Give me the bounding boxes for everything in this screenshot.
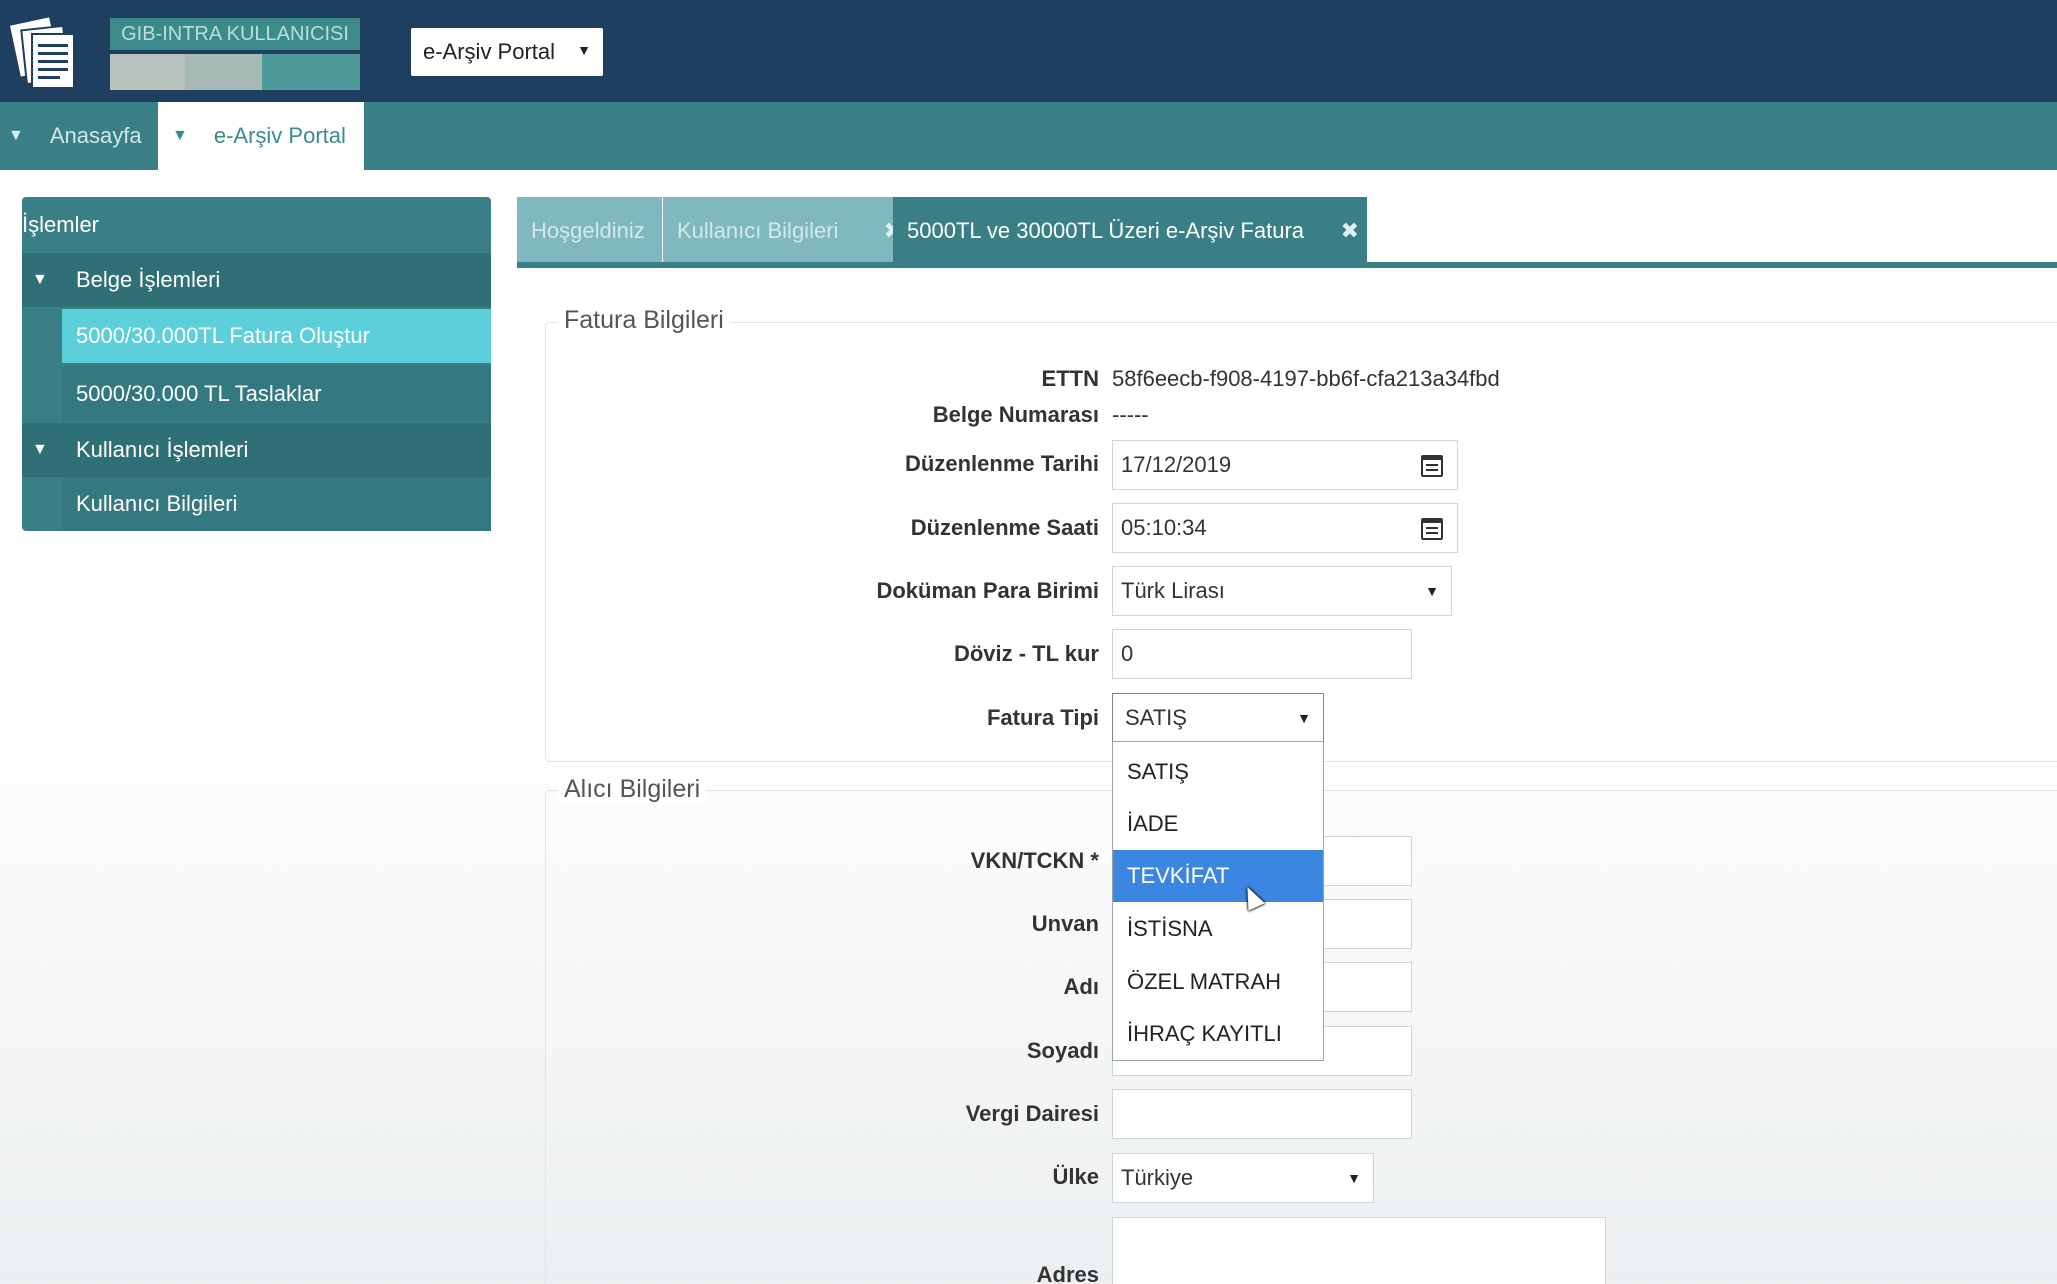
sidebar-group-label: Kullanıcı İşlemleri bbox=[76, 437, 249, 462]
calendar-icon[interactable] bbox=[1421, 455, 1443, 477]
portal-select-value: e-Arşiv Portal bbox=[423, 39, 556, 64]
ulke-label: Ülke bbox=[1052, 1164, 1099, 1189]
sidebar-item-label: Kullanıcı Bilgileri bbox=[76, 491, 238, 516]
para-birimi-label: Doküman Para Birimi bbox=[876, 578, 1099, 603]
tab-label: Kullanıcı Bilgileri bbox=[677, 218, 839, 243]
nav-home[interactable]: ▼ Anasayfa bbox=[8, 102, 142, 170]
nav-bar: ▼ Anasayfa ▼ e-Arşiv Portal bbox=[0, 102, 2057, 170]
duzenlenme-saati-value: 05:10:34 bbox=[1121, 515, 1207, 540]
option-istisna[interactable]: İSTİSNA bbox=[1113, 903, 1323, 955]
sidebar-title: İşlemler bbox=[22, 212, 100, 237]
sidebar-group-label: Belge İşlemleri bbox=[76, 267, 221, 292]
caret-down-icon: ▼ bbox=[172, 127, 188, 144]
tab-e-arsiv-fatura[interactable]: 5000TL ve 30000TL Üzeri e-Arşiv Fatura ✖ bbox=[893, 197, 1367, 265]
top-bar: GIB-INTRA KULLANICISI e-Arşiv Portal ▼ bbox=[0, 0, 2057, 102]
belge-numarasi-label: Belge Numarası bbox=[932, 402, 1099, 427]
soyadi-label: Soyadı bbox=[1026, 1038, 1099, 1063]
dropdown-arrow-icon: ▼ bbox=[1347, 1170, 1361, 1186]
gib-logo-icon bbox=[7, 14, 80, 92]
tab-label: 5000TL ve 30000TL Üzeri e-Arşiv Fatura bbox=[907, 218, 1304, 243]
duzenlenme-saati-label: Düzenlenme Saati bbox=[910, 515, 1099, 540]
dropdown-arrow-icon: ▼ bbox=[1425, 583, 1439, 599]
ulke-value: Türkiye bbox=[1121, 1165, 1194, 1190]
ulke-select[interactable]: Türkiye ▼ bbox=[1112, 1153, 1374, 1203]
fatura-tipi-select[interactable]: SATIŞ ▼ bbox=[1112, 693, 1324, 743]
sidebar-item-taslaklar[interactable]: 5000/30.000 TL Taslaklar bbox=[62, 367, 491, 421]
para-birimi-select[interactable]: Türk Lirası ▼ bbox=[1112, 566, 1452, 616]
unvan-label: Unvan bbox=[1031, 911, 1099, 936]
caret-down-icon: ▼ bbox=[32, 441, 48, 458]
duzenlenme-tarihi-input[interactable]: 17/12/2019 bbox=[1112, 440, 1458, 490]
doviz-kur-value: 0 bbox=[1121, 641, 1134, 666]
nav-portal[interactable]: ▼ e-Arşiv Portal bbox=[158, 102, 364, 170]
duzenlenme-saati-input[interactable]: 05:10:34 bbox=[1112, 503, 1458, 553]
tab-underline bbox=[517, 262, 2057, 268]
option-ihrac-kayitli[interactable]: İHRAÇ KAYITLI bbox=[1113, 1008, 1323, 1060]
sidebar: İşlemler ▼ Belge İşlemleri 5000/30.000TL… bbox=[22, 197, 491, 531]
user-role-label: GIB-INTRA KULLANICISI bbox=[110, 18, 360, 50]
vergi-dairesi-label: Vergi Dairesi bbox=[965, 1101, 1099, 1126]
sidebar-item-fatura-olustur[interactable]: 5000/30.000TL Fatura Oluştur bbox=[62, 309, 491, 363]
ettn-label: ETTN bbox=[1041, 366, 1099, 391]
nav-portal-label: e-Arşiv Portal bbox=[213, 123, 346, 148]
close-icon[interactable]: ✖ bbox=[1341, 218, 1359, 244]
nav-home-label: Anasayfa bbox=[49, 123, 142, 148]
sidebar-item-label: 5000/30.000 TL Taslaklar bbox=[76, 381, 322, 406]
adi-label: Adı bbox=[1063, 974, 1099, 999]
doviz-kur-label: Döviz - TL kur bbox=[953, 641, 1099, 666]
tab-label: Hoşgeldiniz bbox=[531, 218, 645, 243]
sidebar-item-kullanici-bilgileri[interactable]: Kullanıcı Bilgileri bbox=[62, 477, 491, 531]
duzenlenme-tarihi-value: 17/12/2019 bbox=[1121, 452, 1232, 477]
fatura-tipi-value: SATIŞ bbox=[1125, 705, 1187, 730]
caret-down-icon: ▼ bbox=[8, 127, 24, 144]
option-ozel-matrah[interactable]: ÖZEL MATRAH bbox=[1113, 956, 1323, 1008]
duzenlenme-tarihi-label: Düzenlenme Tarihi bbox=[905, 451, 1099, 476]
option-iade[interactable]: İADE bbox=[1113, 798, 1323, 850]
sidebar-group-kullanici[interactable]: ▼ Kullanıcı İşlemleri bbox=[22, 423, 491, 477]
vkn-tckn-label: VKN/TCKN * bbox=[970, 848, 1099, 873]
doviz-kur-input[interactable]: 0 bbox=[1112, 629, 1412, 679]
fatura-bilgileri-legend: Fatura Bilgileri bbox=[558, 306, 730, 335]
fatura-tipi-dropdown-list: SATIŞ İADE TEVKİFAT İSTİSNA ÖZEL MATRAH … bbox=[1112, 741, 1324, 1061]
dropdown-arrow-icon: ▼ bbox=[577, 42, 591, 58]
tab-bar: Hoşgeldiniz Kullanıcı Bilgileri ✖ 5000TL… bbox=[517, 197, 2057, 269]
tab-hosgeldiniz[interactable]: Hoşgeldiniz bbox=[517, 197, 662, 265]
portal-select[interactable]: e-Arşiv Portal ▼ bbox=[411, 28, 603, 76]
tab-kullanici-bilgileri[interactable]: Kullanıcı Bilgileri ✖ bbox=[663, 197, 910, 265]
option-satis[interactable]: SATIŞ bbox=[1113, 746, 1323, 798]
calendar-icon[interactable] bbox=[1421, 518, 1443, 540]
user-name-redacted bbox=[110, 54, 360, 90]
adres-textarea[interactable] bbox=[1112, 1217, 1606, 1284]
dropdown-arrow-icon: ▼ bbox=[1297, 710, 1311, 726]
vergi-dairesi-input[interactable] bbox=[1112, 1089, 1412, 1139]
fatura-tipi-label: Fatura Tipi bbox=[986, 705, 1099, 730]
ettn-value: 58f6eecb-f908-4197-bb6f-cfa213a34fbd bbox=[1112, 366, 1500, 391]
para-birimi-value: Türk Lirası bbox=[1121, 578, 1225, 603]
caret-down-icon: ▼ bbox=[32, 271, 48, 288]
option-tevkifat[interactable]: TEVKİFAT bbox=[1113, 850, 1323, 902]
sidebar-item-label: 5000/30.000TL Fatura Oluştur bbox=[76, 323, 370, 348]
sidebar-group-belge[interactable]: ▼ Belge İşlemleri bbox=[22, 253, 491, 307]
alici-bilgileri-legend: Alıcı Bilgileri bbox=[558, 775, 707, 804]
adres-label: Adres bbox=[1036, 1262, 1099, 1284]
belge-numarasi-value: ----- bbox=[1112, 402, 1149, 427]
